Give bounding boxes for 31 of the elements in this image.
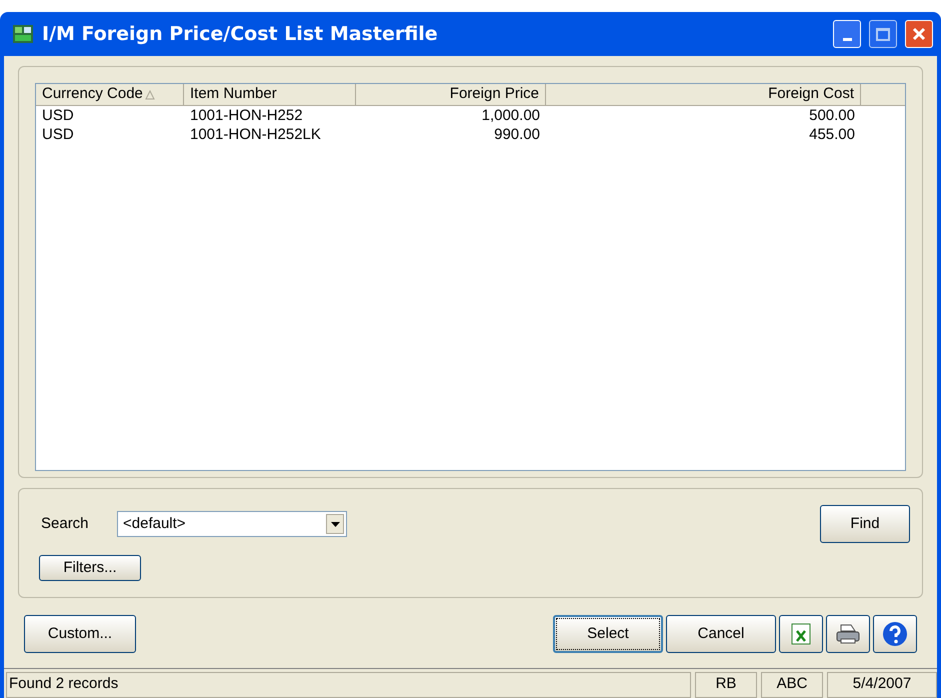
column-header[interactable]: Foreign Cost bbox=[546, 84, 861, 105]
column-header[interactable]: Item Number bbox=[184, 84, 356, 105]
table-cell-text: 1001-HON-H252 bbox=[189, 106, 304, 125]
maximize-icon[interactable] bbox=[869, 20, 897, 48]
table-cell-text: 990.00 bbox=[493, 125, 541, 144]
dialog-button[interactable]: Select bbox=[553, 615, 663, 653]
column-header[interactable]: Currency Code bbox=[36, 84, 184, 105]
filters-button[interactable]: Filters... bbox=[39, 555, 141, 581]
table-cell-text: 1001-HON-H252LK bbox=[189, 125, 322, 144]
table-cell-text: 500.00 bbox=[808, 106, 856, 125]
window-title: I/M Foreign Price/Cost List Masterfile bbox=[42, 22, 439, 47]
find-button[interactable]: Find bbox=[820, 505, 910, 543]
status-cell: 5/4/2007 bbox=[827, 672, 937, 698]
table-cell-text: 455.00 bbox=[808, 125, 856, 144]
app-icon bbox=[12, 24, 34, 44]
custom-button[interactable]: Custom... bbox=[24, 615, 136, 653]
search-dropdown[interactable]: <default> bbox=[117, 511, 347, 537]
status-cell: ABC bbox=[761, 672, 823, 698]
minimize-icon[interactable] bbox=[833, 20, 861, 48]
search-label: Search bbox=[41, 514, 90, 534]
printer-icon[interactable] bbox=[826, 615, 870, 653]
spreadsheet-export-icon[interactable] bbox=[779, 615, 823, 653]
status-cell: RB bbox=[695, 672, 757, 698]
status-message: Found 2 records bbox=[6, 672, 691, 698]
dialog-button[interactable]: Cancel bbox=[666, 615, 776, 653]
column-header[interactable]: Foreign Price bbox=[356, 84, 546, 105]
table-cell-text: USD bbox=[41, 125, 75, 144]
help-icon[interactable] bbox=[873, 615, 917, 653]
close-icon[interactable] bbox=[905, 20, 933, 48]
table-cell-text: USD bbox=[41, 106, 75, 125]
table-cell-text: 1,000.00 bbox=[480, 106, 541, 125]
